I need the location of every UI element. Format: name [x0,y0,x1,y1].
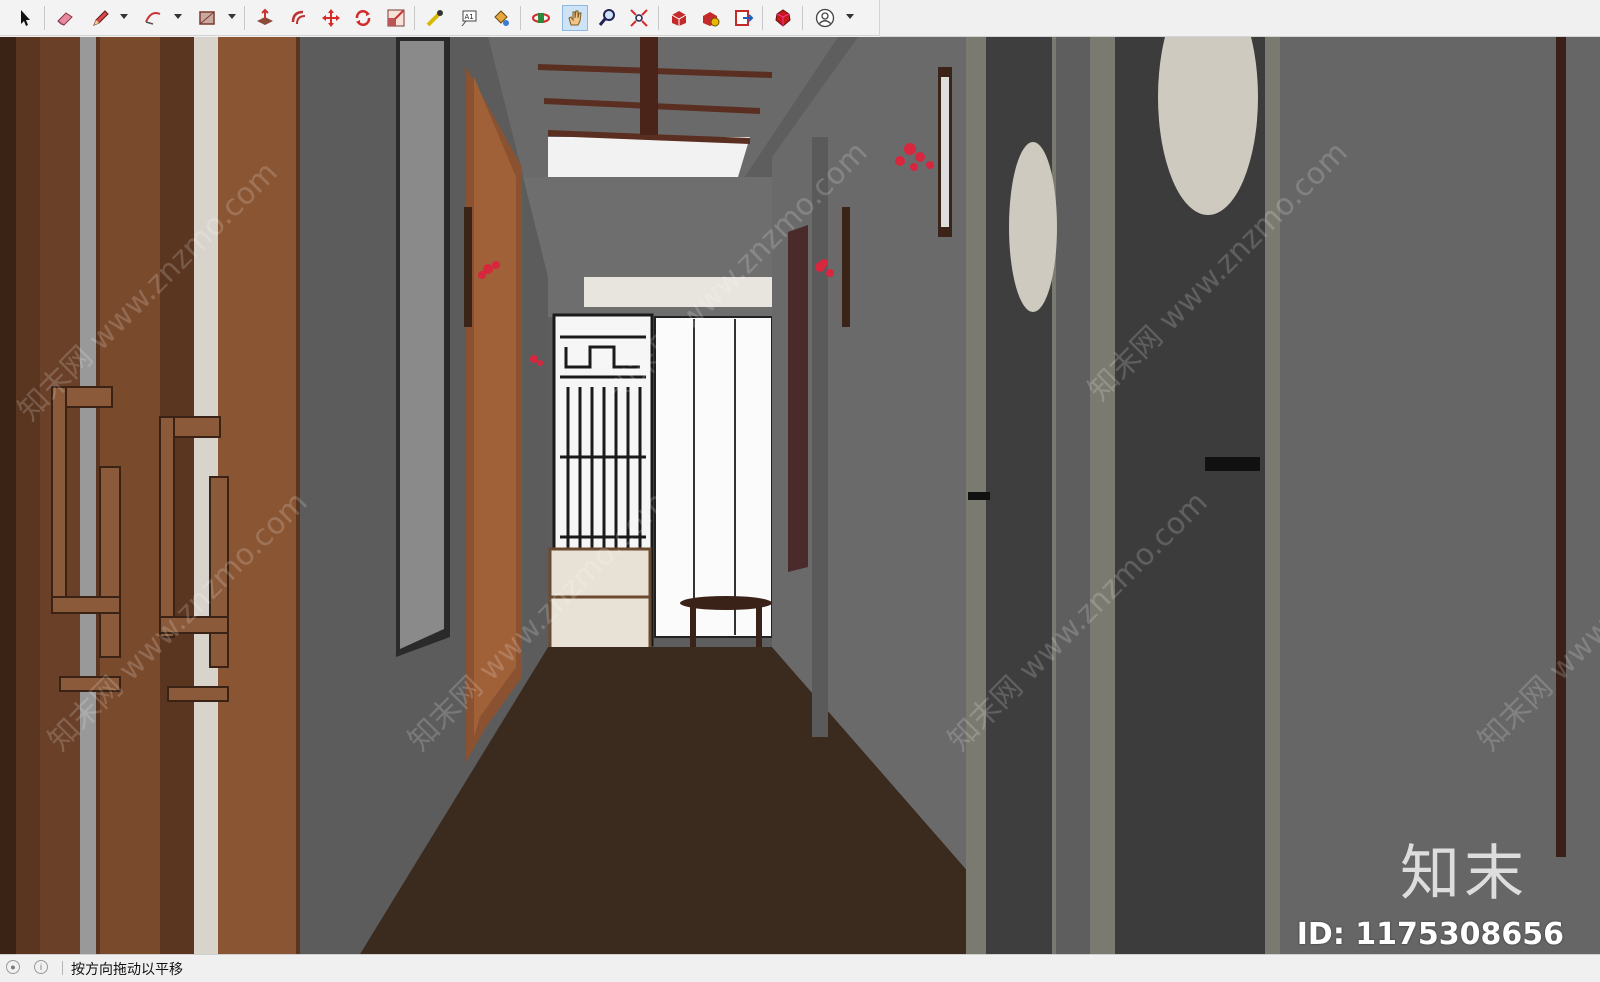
status-divider [62,961,63,975]
round-window-1 [1009,142,1057,312]
zoom-extents-icon [630,9,648,27]
pan-tool-button[interactable] [562,5,588,31]
pencil-icon [93,10,109,26]
paint-bucket-tool-button[interactable] [488,5,514,31]
info-icon[interactable]: i [34,960,48,974]
scale-tool-button[interactable] [383,5,409,31]
shape-tool-button[interactable] [194,5,220,31]
text-icon: A1 [461,10,477,27]
model-viewport[interactable]: 知末网 www.znzmo.com 知末网 www.znzmo.com 知末网 … [0,37,1600,954]
layout-icon [735,10,754,26]
model-id-text: ID: 1175308656 [1296,917,1564,952]
tape-measure-icon [426,10,443,27]
push-pull-icon [257,8,273,25]
line-dropdown-arrow[interactable] [120,14,128,19]
magnifier-icon [598,9,615,26]
orbit-icon [532,13,550,23]
zoom-tool-button[interactable] [594,5,620,31]
eraser-tool-button[interactable] [52,5,78,31]
account-tool-button[interactable] [812,5,838,31]
status-bar: ● i 按方向拖动以平移 [0,954,1600,982]
toolbar-empty-area [880,0,1600,37]
line-tool-button[interactable] [88,5,114,31]
rotate-tool-button[interactable] [350,5,376,31]
zoom-extents-tool-button[interactable] [626,5,652,31]
glass-door [654,316,773,638]
arc-tool-button[interactable] [140,5,166,31]
brand-logo-text: 知末 [1400,839,1528,909]
rectangle-icon [199,11,215,25]
left-sconce [464,207,472,327]
user-icon [815,8,835,28]
ruby-console-tool-button[interactable] [770,5,796,31]
select-tool-button[interactable] [12,5,38,31]
extension-warehouse-tool-button[interactable] [698,5,724,31]
send-to-layout-tool-button[interactable] [731,5,757,31]
arrow-cursor-icon [21,10,30,26]
extension-warehouse-icon [703,12,720,27]
eraser-icon [57,12,73,26]
account-dropdown-arrow[interactable] [846,14,854,19]
text-tool-button[interactable]: A1 [456,5,482,31]
orbit-tool-button[interactable] [528,5,554,31]
rotate-icon [355,10,371,26]
warehouse-tool-button[interactable] [666,5,692,31]
right-sconce-2 [842,207,850,327]
push-pull-tool-button[interactable] [252,5,278,31]
arc-dropdown-arrow[interactable] [174,14,182,19]
shape-dropdown-arrow[interactable] [228,14,236,19]
hand-icon [568,10,582,26]
move-icon [322,9,340,27]
ruby-icon [775,9,791,27]
tape-measure-tool-button[interactable] [422,5,448,31]
text-tool-label: A1 [465,13,474,21]
main-toolbar: A1 [0,0,880,36]
offset-tool-button[interactable] [286,5,312,31]
move-tool-button[interactable] [318,5,344,31]
geolocation-icon[interactable]: ● [6,960,20,974]
offset-icon [291,10,306,25]
status-message: 按方向拖动以平移 [71,962,183,978]
skylight [548,137,750,177]
3d-warehouse-icon [671,11,687,26]
paint-bucket-icon [494,10,509,26]
right-painting [788,225,808,572]
scale-icon [387,9,405,27]
arc-icon [145,12,161,25]
